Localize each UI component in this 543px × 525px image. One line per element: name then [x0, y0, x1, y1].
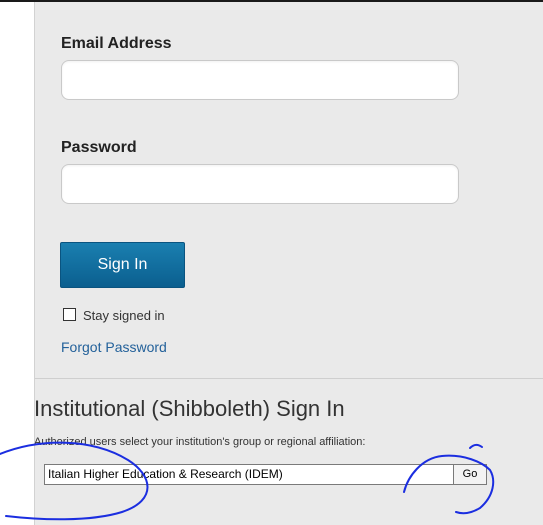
- institutional-description: Authorized users select your institution…: [34, 436, 366, 448]
- stay-signed-in-checkbox[interactable]: [63, 308, 76, 321]
- email-label: Email Address: [61, 35, 172, 52]
- email-field[interactable]: [61, 60, 459, 100]
- password-label: Password: [61, 139, 137, 156]
- forgot-password-link[interactable]: Forgot Password: [61, 339, 167, 355]
- institutional-sign-in-title: Institutional (Shibboleth) Sign In: [34, 396, 345, 421]
- sign-in-button[interactable]: Sign In: [60, 242, 185, 288]
- institution-select[interactable]: Italian Higher Education & Research (IDE…: [44, 464, 484, 485]
- stay-signed-in-label[interactable]: Stay signed in: [83, 308, 165, 323]
- institution-select-value: Italian Higher Education & Research (IDE…: [48, 467, 283, 481]
- password-field[interactable]: [61, 164, 459, 204]
- go-button[interactable]: Go: [453, 464, 487, 485]
- section-divider: [35, 378, 543, 379]
